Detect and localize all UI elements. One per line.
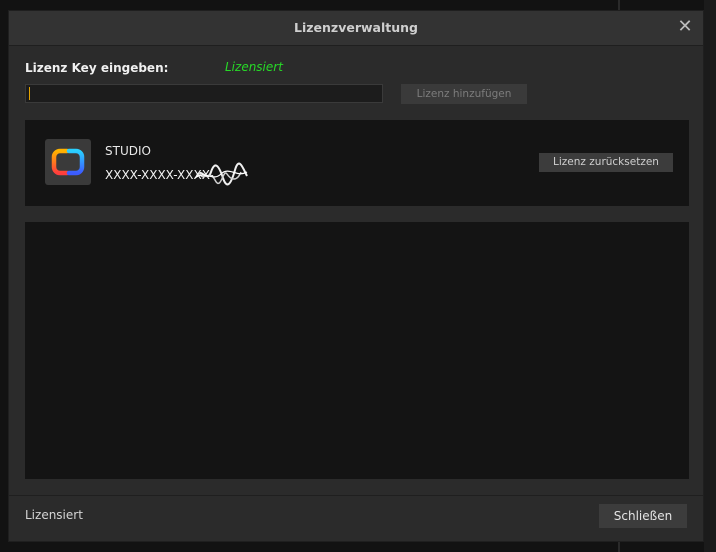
license-key-input[interactable] [25, 84, 383, 103]
license-key-label: Lizenz Key eingeben: [25, 61, 169, 75]
app-logo-icon [45, 139, 91, 185]
license-status-label: Lizensiert [225, 60, 283, 74]
background-divider [704, 0, 716, 552]
close-icon[interactable]: ✕ [675, 17, 695, 37]
product-name: STUDIO [105, 144, 151, 158]
dialog-title: Lizenzverwaltung [294, 20, 418, 35]
license-entry: STUDIO XXXX-XXXX-XXXX- Lizenz zurücksetz… [25, 120, 689, 206]
footer-divider [9, 495, 703, 496]
redaction-scribble [194, 162, 248, 186]
license-list-area [25, 222, 689, 479]
title-bar: Lizenzverwaltung ✕ [9, 11, 703, 46]
reset-license-button[interactable]: Lizenz zurücksetzen [539, 153, 673, 172]
text-caret [29, 87, 30, 100]
footer-status-label: Lizensiert [25, 508, 83, 522]
license-dialog: Lizenzverwaltung ✕ Lizenz Key eingeben: … [8, 10, 704, 542]
close-button[interactable]: Schließen [599, 504, 687, 528]
add-license-button[interactable]: Lizenz hinzufügen [401, 84, 527, 104]
